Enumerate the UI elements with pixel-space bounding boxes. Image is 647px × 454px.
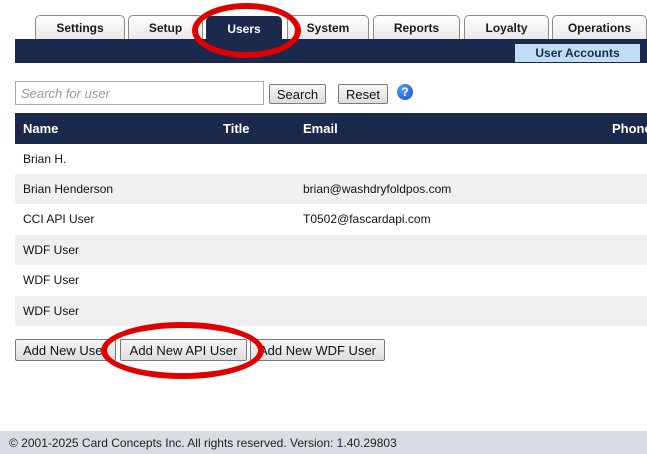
cell-email: T0502@fascardapi.com bbox=[303, 212, 431, 226]
cell-email: brian@washdryfoldpos.com bbox=[303, 182, 452, 196]
tab-loyalty[interactable]: Loyalty bbox=[464, 15, 549, 39]
cell-name: Brian H. bbox=[23, 152, 67, 166]
tab-label: Settings bbox=[56, 20, 104, 35]
tab-label: Loyalty bbox=[485, 20, 528, 35]
add-new-wdf-user-button[interactable]: Add New WDF User bbox=[250, 339, 385, 361]
add-new-user-button[interactable]: Add New User bbox=[15, 339, 116, 361]
cell-name: CCI API User bbox=[23, 212, 95, 226]
tab-system[interactable]: System bbox=[287, 15, 369, 39]
table-row[interactable]: WDF User bbox=[15, 265, 647, 295]
table-row[interactable]: WDF User bbox=[15, 296, 647, 326]
table-row[interactable]: WDF User bbox=[15, 235, 647, 265]
tab-users[interactable]: Users bbox=[206, 16, 282, 40]
subtab-user-accounts[interactable]: User Accounts bbox=[515, 44, 640, 62]
tab-label: Setup bbox=[148, 20, 183, 35]
table-row[interactable]: Brian H. bbox=[15, 144, 647, 174]
column-header-phone[interactable]: Phone bbox=[612, 121, 647, 136]
tab-settings[interactable]: Settings bbox=[35, 15, 125, 39]
help-icon[interactable]: ? bbox=[397, 84, 413, 100]
reset-button[interactable]: Reset bbox=[338, 84, 388, 104]
tab-setup[interactable]: Setup bbox=[128, 15, 203, 39]
cell-name: WDF User bbox=[23, 273, 79, 287]
tab-label: Operations bbox=[567, 20, 632, 35]
footer-copyright: © 2001-2025 Card Concepts Inc. All right… bbox=[9, 435, 397, 450]
column-header-email[interactable]: Email bbox=[303, 121, 338, 136]
tab-label: Reports bbox=[393, 20, 440, 35]
column-header-title[interactable]: Title bbox=[223, 121, 250, 136]
tab-operations[interactable]: Operations bbox=[552, 15, 647, 39]
main-tab-bar: Settings Setup Users System Reports Loya… bbox=[0, 0, 647, 40]
search-input[interactable] bbox=[15, 81, 264, 105]
table-row[interactable]: Brian Henderson brian@washdryfoldpos.com bbox=[15, 174, 647, 204]
cell-name: WDF User bbox=[23, 243, 79, 257]
cell-name: Brian Henderson bbox=[23, 182, 114, 196]
footer: © 2001-2025 Card Concepts Inc. All right… bbox=[0, 431, 647, 454]
tab-label: System bbox=[306, 20, 350, 35]
tab-reports[interactable]: Reports bbox=[373, 15, 460, 39]
search-button[interactable]: Search bbox=[269, 84, 326, 104]
users-table-header: Name Title Email Phone bbox=[15, 113, 647, 144]
column-header-name[interactable]: Name bbox=[23, 121, 58, 136]
add-new-api-user-button[interactable]: Add New API User bbox=[120, 339, 247, 361]
table-row[interactable]: CCI API User T0502@fascardapi.com bbox=[15, 204, 647, 234]
tab-label: Users bbox=[227, 21, 261, 36]
cell-name: WDF User bbox=[23, 304, 79, 318]
subtab-label: User Accounts bbox=[535, 46, 620, 60]
